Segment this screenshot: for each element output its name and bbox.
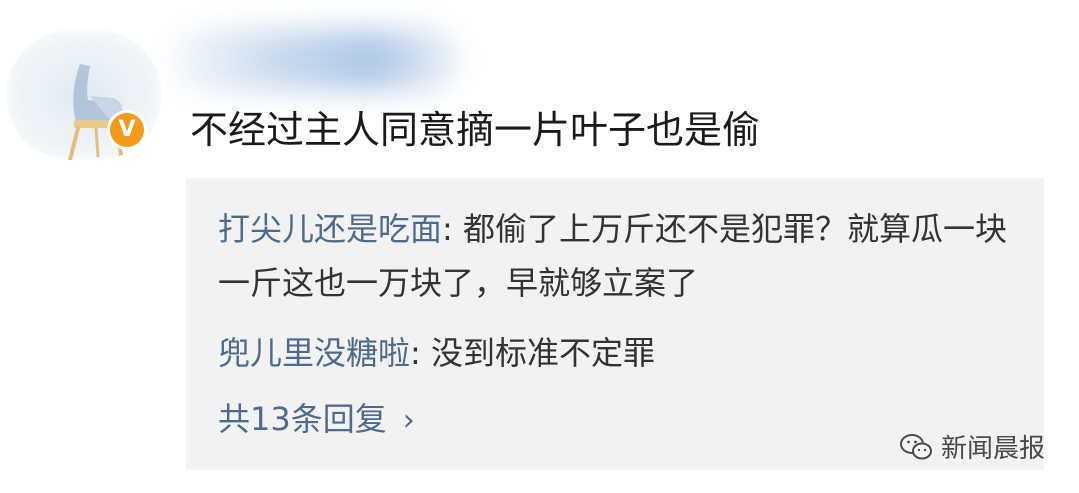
chevron-right-icon: › bbox=[402, 403, 415, 438]
wechat-icon bbox=[899, 433, 932, 459]
reply-author-link[interactable]: 打尖儿还是吃面 bbox=[218, 210, 442, 248]
reply-separator: : bbox=[442, 210, 463, 248]
replies-box: 打尖儿还是吃面: 都偷了上万斤还不是犯罪？就算瓜一块一斤这也一万块了，早就够立案… bbox=[186, 178, 1044, 470]
source-watermark: 新闻晨报 bbox=[899, 428, 1045, 465]
verified-badge-icon: V bbox=[107, 110, 147, 150]
username-blurred bbox=[170, 30, 460, 90]
view-more-replies-link[interactable]: 共13条回复 › bbox=[218, 392, 415, 448]
verified-badge-label: V bbox=[118, 116, 136, 142]
watermark-text: 新闻晨报 bbox=[940, 434, 1045, 464]
comment-text: 不经过主人同意摘一片叶子也是偷 bbox=[190, 108, 761, 152]
reply-item: 兜儿里没糖啦: 没到标准不定罪 bbox=[218, 326, 1008, 380]
more-replies-label: 共13条回复 bbox=[218, 400, 387, 438]
reply-author-link[interactable]: 兜儿里没糖啦 bbox=[218, 334, 410, 372]
reply-item: 打尖儿还是吃面: 都偷了上万斤还不是犯罪？就算瓜一块一斤这也一万块了，早就够立案… bbox=[218, 202, 1008, 310]
reply-separator: : bbox=[410, 334, 431, 372]
reply-text: 没到标准不定罪 bbox=[430, 334, 655, 372]
